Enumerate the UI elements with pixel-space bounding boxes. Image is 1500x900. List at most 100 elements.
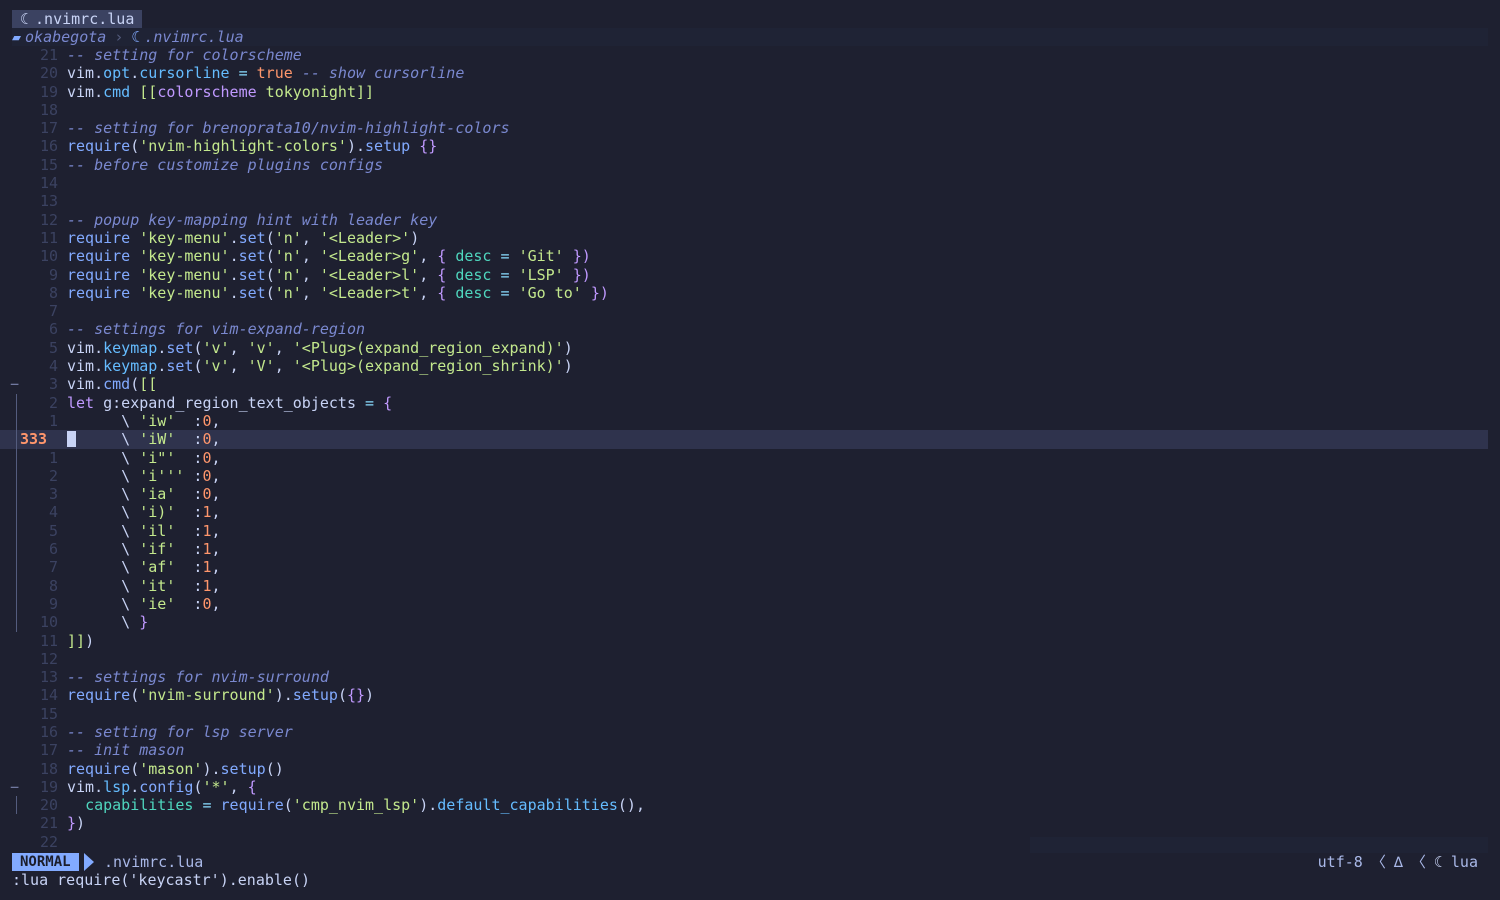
code-line[interactable]: 1 \ 'iw' :0, (0, 411, 1488, 431)
code-line[interactable]: 5 \ 'il' :1, (0, 521, 1488, 541)
code-line[interactable]: 1 \ 'i"' :0, (0, 448, 1488, 467)
code-line[interactable]: 5 vim.keymap.set('v', 'v', '<Plug>(expand… (0, 339, 1488, 357)
code-line[interactable]: 8 require 'key-menu'.set('n', '<Leader>t'… (0, 284, 1488, 302)
buffer-tab[interactable]: ☾ .nvimrc.lua (12, 10, 143, 28)
code-line[interactable]: 6 -- settings for vim-expand-region (0, 320, 1488, 338)
code-token: '<Leader>g' (319, 247, 420, 266)
code-token: ( (337, 686, 347, 705)
code-token: ) (85, 631, 95, 650)
code-line[interactable]: 12 (0, 650, 1488, 668)
code-token: 'if' (139, 540, 176, 559)
statusline-filename: .nvimrc.lua (104, 853, 204, 871)
code-token: . (157, 338, 167, 357)
code-line[interactable]: 15 -- before customize plugins configs (0, 156, 1488, 174)
code-line[interactable]: 16 require('nvim-highlight-colors').setup… (0, 137, 1488, 155)
line-code: \ 'i"' :0, (67, 449, 220, 467)
code-line[interactable]: 21}) (0, 814, 1488, 832)
code-token: ( (265, 228, 275, 247)
code-line[interactable]: 15 (0, 705, 1488, 723)
code-token: 0 (202, 594, 212, 613)
line-code: vim.cmd([[ (67, 375, 157, 393)
code-line[interactable]: 2 \ 'i''' :0, (0, 466, 1488, 486)
code-line[interactable]: 18 require('mason').setup() (0, 760, 1488, 778)
breadcrumb-file[interactable]: .nvimrc.lua (144, 28, 243, 46)
code-token: 'key-menu' (139, 247, 230, 266)
line-code: -- settings for vim-expand-region (67, 320, 365, 338)
code-token: '<Plug>(expand_region_expand)' (292, 338, 564, 357)
code-line[interactable]: 2 let g:expand_region_text_objects = { (0, 393, 1488, 412)
code-line[interactable]: 10 \ } (0, 613, 1488, 632)
code-line[interactable]: 17 -- setting for brenoprata10/nvim-highl… (0, 119, 1488, 137)
code-token: 0 (202, 430, 212, 449)
code-line[interactable]: 9 \ 'ie' :0, (0, 594, 1488, 614)
code-token: require (220, 796, 284, 815)
code-line[interactable]: 3 \ 'ia' :0, (0, 485, 1488, 504)
code-token: . (94, 777, 104, 796)
code-token: set (166, 338, 194, 357)
code-token: ( (265, 247, 275, 266)
code-line[interactable]: 11]]) (0, 632, 1488, 650)
code-line[interactable]: 21 -- setting for colorscheme (0, 46, 1488, 64)
code-line[interactable]: 19 vim.cmd [[colorscheme tokyonight]] (0, 83, 1488, 101)
line-code: vim.keymap.set('v', 'v', '<Plug>(expand_… (67, 339, 573, 357)
code-token: ( (265, 265, 275, 284)
code-line[interactable]: 7 (0, 302, 1488, 320)
statusline-encoding: utf-8 (1317, 853, 1363, 871)
code-line[interactable]: 14 (0, 174, 1488, 192)
code-line[interactable]: 10 require 'key-menu'.set('n', '<Leader>g… (0, 247, 1488, 265)
code-line[interactable]: 14 require('nvim-surround').setup({}) (0, 686, 1488, 704)
code-token: require (67, 228, 131, 247)
line-number: 2 (48, 466, 58, 485)
code-line[interactable]: − 19 vim.lsp.config('*', { (0, 778, 1488, 796)
code-token: ( (130, 686, 140, 705)
code-line[interactable]: 8 \ 'it' :1, (0, 576, 1488, 595)
code-line[interactable]: 4 vim.keymap.set('v', 'V', '<Plug>(expand… (0, 357, 1488, 375)
code-line[interactable]: 16 -- setting for lsp server (0, 723, 1488, 741)
statusline-filetype: lua (1450, 853, 1478, 871)
code-line[interactable]: 13 (0, 192, 1488, 210)
code-token: 'LSP' (518, 265, 564, 284)
code-line[interactable]: 12 -- popup key-mapping hint with leader … (0, 211, 1488, 229)
line-number: 5 (48, 521, 58, 540)
code-line[interactable]: 20 capabilities = require('cmp_nvim_lsp'… (0, 796, 1488, 815)
code-token: 'V' (247, 357, 275, 376)
code-token: , (211, 558, 221, 577)
code-line[interactable]: 13 -- settings for nvim-surround (0, 668, 1488, 686)
code-token: '<Plug>(expand_region_shrink)' (292, 357, 564, 376)
line-code: require('nvim-highlight-colors').setup {… (67, 137, 437, 155)
code-line[interactable]: 18 (0, 101, 1488, 119)
code-token: . (229, 247, 239, 266)
code-token: = (500, 247, 510, 266)
command-line[interactable]: :lua require('keycastr').enable() (12, 871, 310, 889)
current-line[interactable]: 333 \ 'iW' :0, (0, 430, 1488, 449)
line-number: 13 (39, 192, 58, 211)
code-token: . (229, 228, 239, 247)
code-token: (), (617, 796, 645, 815)
code-line[interactable]: 4 \ 'i)' :1, (0, 503, 1488, 522)
line-code: require('nvim-surround').setup({}) (67, 686, 374, 704)
code-token: [[ (139, 375, 158, 394)
code-line[interactable]: 11 require 'key-menu'.set('n', '<Leader>'… (0, 229, 1488, 247)
code-line[interactable]: 6 \ 'if' :1, (0, 540, 1488, 559)
statusline: NORMAL .nvimrc.lua utf-8 〈 ∆ 〈 ☾ lua (12, 837, 1488, 871)
line-code: \ 'ia' :0, (67, 485, 220, 503)
code-token: 'v' (202, 357, 230, 376)
code-token: setup (365, 137, 411, 156)
editor-buffer[interactable]: 21 -- setting for colorscheme 20 vim.opt.cu… (0, 46, 1488, 851)
line-code: \ 'af' :1, (67, 558, 221, 577)
code-line[interactable]: 7 \ 'af' :1, (0, 558, 1488, 577)
fold-indicator[interactable]: − (10, 778, 20, 796)
code-line[interactable]: 9 require 'key-menu'.set('n', '<Leader>l'… (0, 266, 1488, 284)
code-line[interactable]: 17 -- init mason (0, 741, 1488, 759)
fold-indicator[interactable]: − (10, 375, 20, 393)
code-token: 1 (202, 521, 212, 540)
code-token: vim (67, 82, 95, 101)
line-number: 13 (39, 668, 58, 687)
code-token: 1 (202, 576, 212, 595)
code-line[interactable]: 20 vim.opt.cursorline = true -- show curs… (0, 64, 1488, 82)
code-line[interactable]: − 3 vim.cmd([[ (0, 375, 1488, 393)
breadcrumb-folder[interactable]: okabegota (25, 28, 106, 46)
